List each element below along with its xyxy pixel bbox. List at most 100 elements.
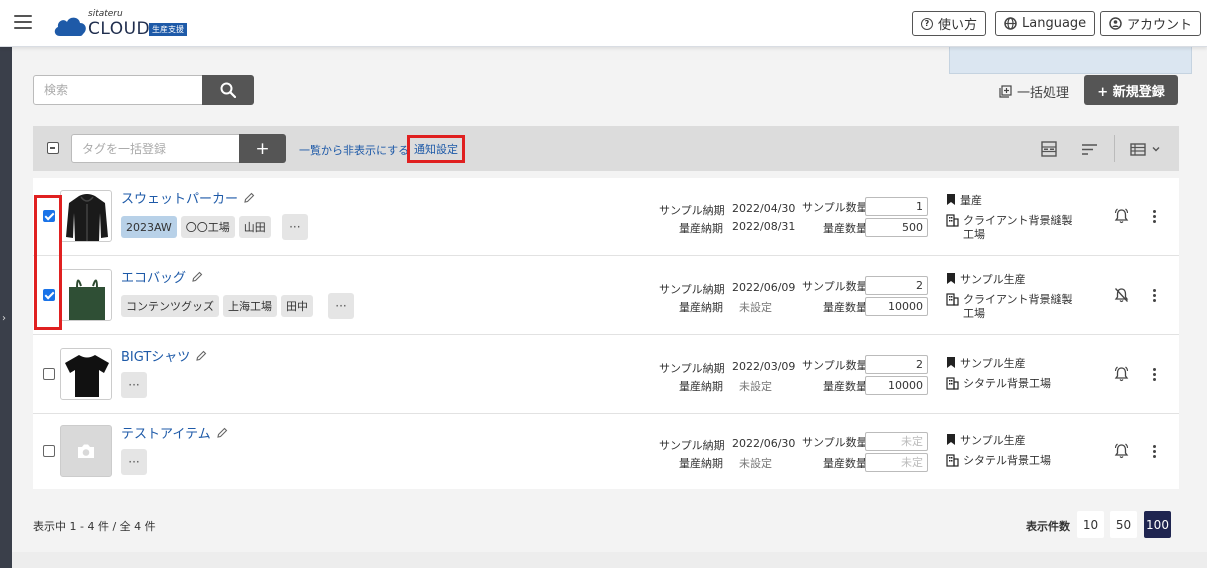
per-page-option-50[interactable]: 50	[1110, 511, 1137, 538]
search-icon	[220, 82, 236, 98]
mass-qty-label: 量産数量	[823, 457, 867, 470]
sample-due-value: 2022/06/30	[732, 437, 796, 450]
logo-subtext: sitateru	[88, 9, 123, 19]
more-vert-icon[interactable]	[1151, 210, 1157, 223]
tag-list: ···	[121, 372, 147, 398]
item-name-link[interactable]: テストアイテム	[121, 423, 228, 442]
hide-from-list-link[interactable]: 一覧から非表示にする	[299, 142, 409, 158]
cloud-logo-icon	[54, 17, 86, 36]
toolbar-divider	[1114, 135, 1115, 162]
pencil-icon[interactable]	[192, 271, 203, 282]
mass-qty-label: 量産数量	[823, 222, 867, 235]
item-thumbnail[interactable]	[60, 269, 112, 321]
tag-chip[interactable]: 上海工場	[223, 295, 277, 317]
bulk-tag-input[interactable]	[71, 134, 240, 163]
sample-due-label: サンプル納期	[659, 204, 725, 217]
side-rail[interactable]: ›	[0, 47, 12, 568]
help-button[interactable]: ? 使い方	[912, 11, 987, 36]
bell-off-icon[interactable]	[1114, 287, 1129, 303]
more-vert-icon[interactable]	[1151, 445, 1157, 458]
per-page-option-10[interactable]: 10	[1077, 511, 1104, 538]
list-view-icon	[1130, 142, 1146, 156]
building-icon	[946, 214, 959, 227]
table-row[interactable]: BIGTシャツ ··· サンプル納期 2022/03/09 量産納期 未設定 サ…	[33, 336, 1179, 414]
tag-chip[interactable]: 〇〇工場	[180, 216, 235, 238]
bulk-process-button[interactable]: 一括処理	[999, 82, 1069, 101]
view-mode-dropdown[interactable]	[1130, 140, 1161, 158]
language-label: Language	[1022, 16, 1087, 31]
chevron-right-icon[interactable]: ›	[2, 313, 6, 324]
bag-image	[69, 279, 105, 320]
tag-chip[interactable]: 2023AW	[121, 216, 177, 238]
search-input[interactable]	[33, 75, 203, 105]
mass-due-label: 量産納期	[679, 301, 723, 314]
item-thumbnail[interactable]	[60, 348, 112, 400]
tshirt-image	[65, 355, 109, 397]
table-row[interactable]: テストアイテム ··· サンプル納期 2022/06/30 量産納期 未設定 サ…	[33, 413, 1179, 491]
mass-qty-input[interactable]: 500	[865, 218, 928, 237]
language-button[interactable]: Language	[995, 11, 1096, 36]
sample-qty-input[interactable]: 1	[865, 197, 928, 216]
new-register-button[interactable]: + 新規登録	[1084, 75, 1178, 105]
sample-qty-input[interactable]: 2	[865, 355, 928, 374]
bell-icon[interactable]	[1114, 443, 1129, 459]
question-icon: ?	[921, 17, 933, 30]
factory-info: シタテル背景工場	[946, 377, 1073, 391]
building-icon	[946, 377, 959, 390]
select-all-checkbox[interactable]	[47, 142, 59, 154]
pencil-icon[interactable]	[196, 350, 207, 361]
item-name-link[interactable]: エコバッグ	[121, 267, 203, 286]
sort-icon[interactable]	[1081, 140, 1098, 158]
pencil-icon[interactable]	[217, 427, 228, 438]
sample-due-label: サンプル納期	[659, 439, 725, 452]
mass-qty-input[interactable]: 未定	[865, 453, 928, 472]
item-thumbnail[interactable]	[60, 190, 112, 242]
sample-due-value: 2022/04/30	[732, 202, 796, 215]
sample-due-value: 2022/06/09	[732, 281, 796, 294]
item-thumbnail[interactable]	[60, 425, 112, 477]
app-header: sitateru CLOUD 生産支援 ? 使い方 Language アカウント	[0, 0, 1207, 47]
item-list: スウェットパーカー 2023AW 〇〇工場 山田 ··· サンプル納期 2022…	[33, 178, 1179, 489]
bell-icon[interactable]	[1114, 366, 1129, 382]
tag-add-button[interactable]: +	[239, 134, 286, 163]
mass-qty-input[interactable]: 10000	[865, 376, 928, 395]
account-button[interactable]: アカウント	[1100, 11, 1202, 36]
table-row[interactable]: スウェットパーカー 2023AW 〇〇工場 山田 ··· サンプル納期 2022…	[33, 178, 1179, 256]
more-vert-icon[interactable]	[1151, 289, 1157, 302]
bell-icon[interactable]	[1114, 208, 1129, 224]
tag-chip[interactable]: 田中	[281, 295, 313, 317]
sample-qty-input[interactable]: 2	[865, 276, 928, 295]
mass-due-label: 量産納期	[679, 222, 723, 235]
per-page-option-100[interactable]: 100	[1144, 511, 1171, 538]
tag-more-button[interactable]: ···	[281, 214, 308, 240]
tag-list: ···	[121, 449, 147, 475]
notification-settings-link[interactable]: 通知設定	[407, 135, 465, 163]
more-vert-icon[interactable]	[1151, 368, 1157, 381]
item-name-link[interactable]: スウェットパーカー	[121, 188, 255, 207]
app-logo[interactable]: sitateru CLOUD 生産支援	[52, 8, 192, 40]
menu-icon[interactable]	[14, 15, 32, 29]
status-info: サンプル生産	[946, 357, 1070, 371]
mass-qty-input[interactable]: 10000	[865, 297, 928, 316]
factory-info: クライアント背景縫製工場	[946, 293, 1073, 321]
layout-view-icon[interactable]	[1041, 140, 1057, 158]
pencil-icon[interactable]	[244, 192, 255, 203]
tag-list: 2023AW 〇〇工場 山田 ···	[121, 214, 308, 240]
sample-qty-input[interactable]: 未定	[865, 432, 928, 451]
tag-more-button[interactable]: ···	[121, 372, 147, 398]
row-checkbox[interactable]	[43, 368, 55, 380]
tag-list: コンテンツグッズ 上海工場 田中 ···	[121, 293, 354, 319]
sample-due-value: 2022/03/09	[732, 360, 796, 373]
sample-due-label: サンプル納期	[659, 283, 725, 296]
search-button[interactable]	[202, 75, 254, 105]
tag-more-button[interactable]: ···	[328, 293, 354, 319]
tag-chip[interactable]: 山田	[238, 216, 271, 238]
table-row[interactable]: エコバッグ コンテンツグッズ 上海工場 田中 ··· サンプル納期 2022/0…	[33, 257, 1179, 335]
status-info: サンプル生産	[946, 434, 1070, 448]
tag-more-button[interactable]: ···	[121, 449, 147, 475]
bookmark-icon	[947, 194, 955, 205]
tag-chip[interactable]: コンテンツグッズ	[121, 295, 219, 317]
checkbox-highlight-annotation	[34, 195, 62, 330]
row-checkbox[interactable]	[43, 445, 55, 457]
item-name-link[interactable]: BIGTシャツ	[121, 346, 207, 365]
